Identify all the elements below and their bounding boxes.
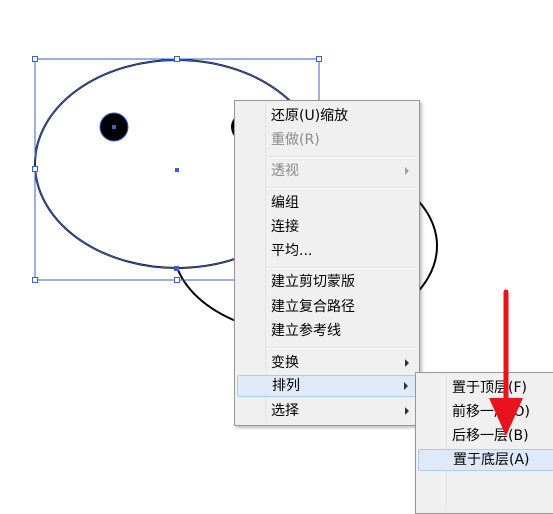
left-eye-center-point: [112, 125, 116, 129]
menu-item-label: 排列: [272, 378, 300, 394]
menu-item-bring-forward[interactable]: 前移一层(O): [418, 401, 553, 423]
menu-item-label: 透视: [271, 163, 299, 179]
menu-item-make-guides[interactable]: 建立参考线: [237, 320, 417, 342]
menu-item-label: 连接: [271, 219, 299, 235]
submenu-arrow-icon: [405, 407, 409, 415]
menu-item-arrange[interactable]: 排列: [237, 375, 417, 397]
menu-item-label: 建立复合路径: [271, 299, 355, 315]
menu-item-perspective: 透视: [237, 160, 417, 182]
handle-bottom-left[interactable]: [32, 277, 38, 283]
menu-item-label: 建立剪切蒙版: [271, 274, 355, 290]
menu-item-make-clipping-mask[interactable]: 建立剪切蒙版: [237, 271, 417, 293]
menu-item-send-to-back[interactable]: 置于底层(A): [418, 449, 553, 471]
menu-item-label: 建立参考线: [271, 323, 341, 339]
menu-item-group[interactable]: 编组: [237, 192, 417, 214]
handle-middle-left[interactable]: [32, 166, 38, 172]
menu-separator: [267, 347, 417, 349]
handle-top-center[interactable]: [174, 56, 180, 62]
menu-item-join[interactable]: 连接: [237, 216, 417, 238]
menu-item-redo: 重做(R): [237, 129, 417, 151]
menu-item-label: 置于底层(A): [453, 452, 530, 468]
menu-item-send-backward[interactable]: 后移一层(B): [418, 425, 553, 447]
bottom-anchor-point: [174, 266, 179, 271]
handle-top-right[interactable]: [316, 56, 322, 62]
menu-item-bring-to-front[interactable]: 置于顶层(F): [418, 377, 553, 399]
context-menu: 还原(U)缩放 重做(R) 透视 编组 连接 平均... 建立剪切蒙版 建立复合…: [234, 100, 420, 426]
menu-item-undo-zoom[interactable]: 还原(U)缩放: [237, 105, 417, 127]
handle-top-left[interactable]: [32, 56, 38, 62]
submenu-arrow-icon: [404, 382, 408, 390]
handle-bottom-center[interactable]: [174, 277, 180, 283]
menu-item-select[interactable]: 选择: [237, 400, 417, 422]
menu-item-label: 变换: [271, 355, 299, 371]
menu-item-label: 平均...: [271, 243, 313, 259]
menu-item-label: 还原(U)缩放: [271, 108, 349, 124]
submenu-arrow-icon: [405, 167, 409, 175]
menu-item-label: 编组: [271, 195, 299, 211]
menu-item-label: 后移一层(B): [452, 428, 529, 444]
face-center-point: [175, 168, 179, 172]
menu-separator: [267, 187, 417, 189]
menu-item-transform[interactable]: 变换: [237, 352, 417, 374]
menu-item-label: 置于顶层(F): [452, 380, 527, 396]
menu-item-label: 重做(R): [271, 132, 320, 148]
arrange-submenu: 置于顶层(F) 前移一层(O) 后移一层(B) 置于底层(A): [415, 372, 553, 514]
menu-item-make-compound-path[interactable]: 建立复合路径: [237, 296, 417, 318]
menu-separator: [267, 267, 417, 269]
menu-item-label: 前移一层(O): [452, 404, 530, 420]
menu-item-average[interactable]: 平均...: [237, 240, 417, 262]
menu-item-label: 选择: [271, 403, 299, 419]
menu-separator: [267, 156, 417, 158]
submenu-arrow-icon: [405, 359, 409, 367]
